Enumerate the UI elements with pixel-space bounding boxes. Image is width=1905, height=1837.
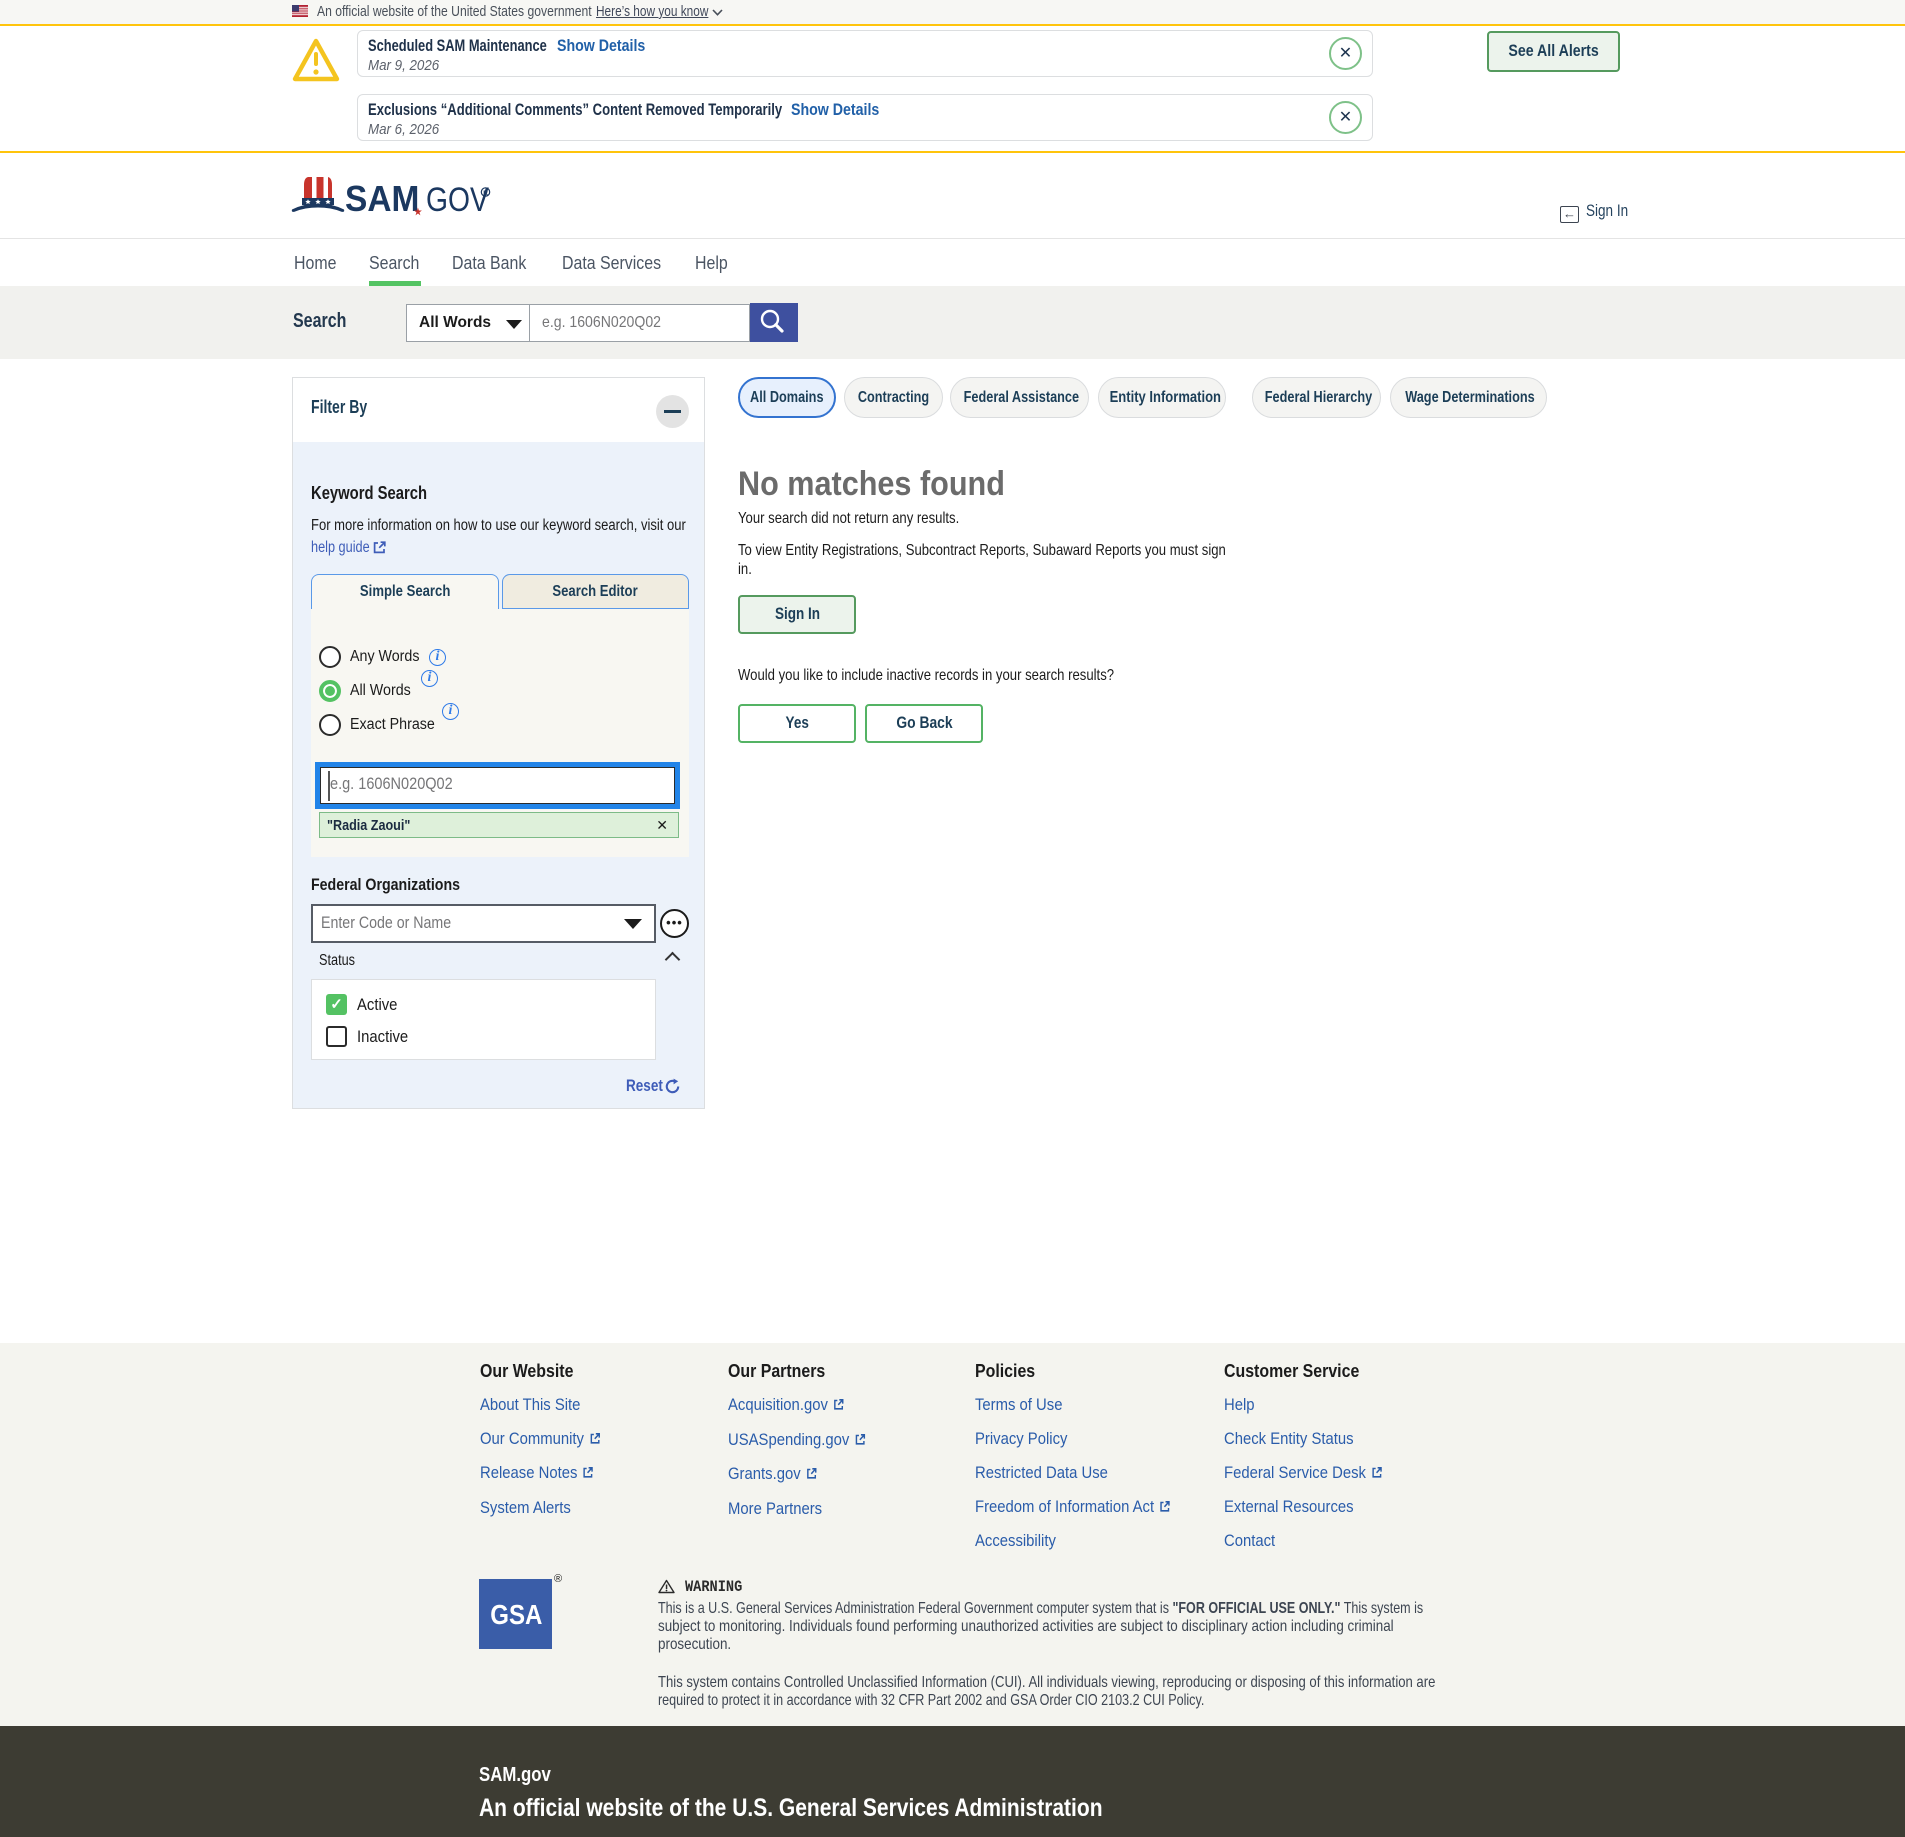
svg-text:R: R xyxy=(483,190,488,197)
svg-text:GOV: GOV xyxy=(426,179,489,218)
svg-text:SAM: SAM xyxy=(345,180,419,219)
